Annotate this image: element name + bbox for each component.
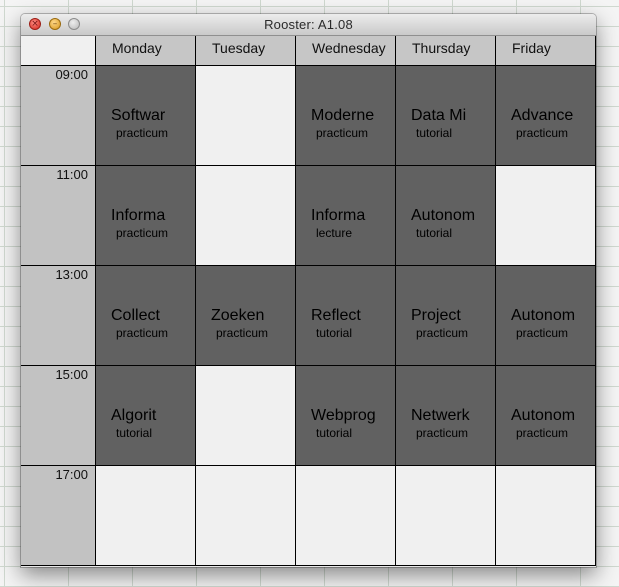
schedule-slot-booked[interactable]: Webprog tutorial (296, 366, 396, 466)
schedule-slot-booked[interactable]: Advance practicum (496, 66, 596, 166)
schedule-slot-booked[interactable]: Data Mi tutorial (396, 66, 496, 166)
session-type: lecture (316, 226, 353, 240)
session-type: practicum (416, 426, 469, 440)
session-type: practicum (316, 126, 369, 140)
day-header-thursday: Thursday (396, 36, 496, 66)
session-type: practicum (216, 326, 269, 340)
header-corner (21, 36, 96, 66)
schedule-window: × – Rooster: A1.08 Monday Tuesday Wednesda… (21, 14, 596, 567)
schedule-slot-booked[interactable]: Moderne practicum (296, 66, 396, 166)
course-name: Autonom (411, 207, 476, 224)
schedule-slot-empty[interactable] (496, 166, 596, 266)
schedule-slot-booked[interactable]: Autonom tutorial (396, 166, 496, 266)
session-type: tutorial (316, 326, 353, 340)
session-type: tutorial (316, 426, 353, 440)
course-name: Autonom (511, 407, 576, 424)
schedule-slot-empty[interactable] (396, 466, 496, 566)
schedule-slot-booked[interactable]: Informa practicum (96, 166, 196, 266)
session-type: practicum (116, 126, 169, 140)
schedule-slot-empty[interactable] (196, 66, 296, 166)
session-type: practicum (516, 326, 569, 340)
course-name: Advance (511, 107, 574, 124)
window-title: Rooster: A1.08 (264, 17, 353, 32)
session-type: practicum (116, 226, 169, 240)
course-name: Algorit (111, 407, 157, 424)
schedule-slot-booked[interactable]: Zoeken practicum (196, 266, 296, 366)
session-type: tutorial (416, 226, 453, 240)
session-type: tutorial (116, 426, 153, 440)
schedule-slot-booked[interactable]: Reflect tutorial (296, 266, 396, 366)
day-header-friday: Friday (496, 36, 596, 66)
session-type: practicum (416, 326, 469, 340)
course-name: Collect (111, 307, 160, 324)
time-slot-label: 09:00 (21, 66, 96, 166)
schedule-slot-booked[interactable]: Algorit tutorial (96, 366, 196, 466)
course-name: Netwerk (411, 407, 470, 424)
schedule-slot-empty[interactable] (296, 466, 396, 566)
schedule-slot-booked[interactable]: Collect practicum (96, 266, 196, 366)
schedule-slot-empty[interactable] (196, 466, 296, 566)
time-slot-label: 17:00 (21, 466, 96, 566)
schedule-slot-booked[interactable]: Softwar practicum (96, 66, 196, 166)
schedule-slot-booked[interactable]: Project practicum (396, 266, 496, 366)
course-name: Informa (311, 207, 366, 224)
time-slot-label: 13:00 (21, 266, 96, 366)
course-name: Zoeken (211, 307, 265, 324)
course-name: Project (411, 307, 461, 324)
schedule-slot-empty[interactable] (196, 366, 296, 466)
schedule-slot-booked[interactable]: Autonom practicum (496, 366, 596, 466)
session-type: practicum (516, 426, 569, 440)
course-name: Informa (111, 207, 166, 224)
course-name: Autonom (511, 307, 576, 324)
session-type: tutorial (416, 126, 453, 140)
course-name: Webprog (311, 407, 376, 424)
session-type: practicum (116, 326, 169, 340)
day-header-wednesday: Wednesday (296, 36, 396, 66)
day-header-monday: Monday (96, 36, 196, 66)
schedule-slot-empty[interactable] (496, 466, 596, 566)
course-name: Data Mi (411, 107, 467, 124)
schedule-slot-booked[interactable]: Autonom practicum (496, 266, 596, 366)
schedule-slot-booked[interactable]: Informa lecture (296, 166, 396, 266)
schedule-slot-empty[interactable] (96, 466, 196, 566)
timetable-grid: Monday Tuesday Wednesday Thursday Friday 09:0… (21, 36, 596, 567)
session-type: practicum (516, 126, 569, 140)
course-name: Moderne (311, 107, 375, 124)
time-slot-label: 15:00 (21, 366, 96, 466)
schedule-slot-booked[interactable]: Netwerk practicum (396, 366, 496, 466)
schedule-slot-empty[interactable] (196, 166, 296, 266)
title-bar[interactable]: × – Rooster: A1.08 (21, 14, 596, 36)
day-header-tuesday: Tuesday (196, 36, 296, 66)
course-name: Softwar (111, 107, 166, 124)
time-slot-label: 11:00 (21, 166, 96, 266)
course-name: Reflect (311, 307, 361, 324)
